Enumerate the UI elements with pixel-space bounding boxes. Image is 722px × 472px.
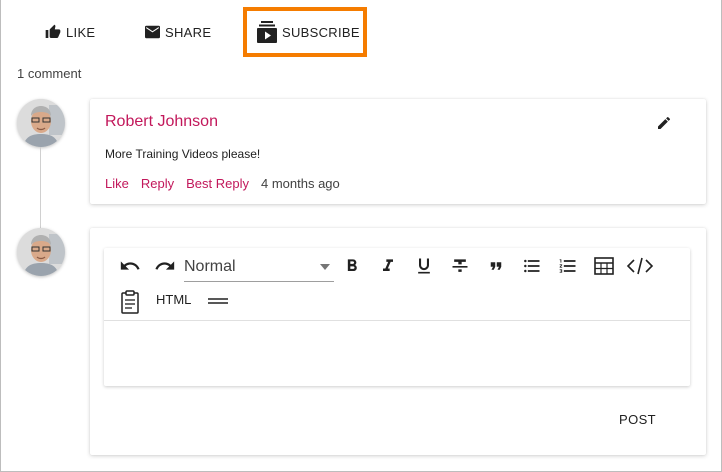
- numbered-list-icon[interactable]: [554, 252, 582, 280]
- comment-timestamp: 4 months ago: [260, 176, 340, 191]
- edit-icon[interactable]: [656, 115, 672, 136]
- like-button[interactable]: LIKE: [45, 20, 95, 44]
- undo-icon[interactable]: [116, 252, 144, 280]
- clipboard-icon[interactable]: [116, 288, 144, 316]
- code-icon[interactable]: [626, 252, 654, 280]
- comment-author[interactable]: Robert Johnson: [105, 113, 218, 131]
- underline-icon[interactable]: [410, 252, 438, 280]
- share-label: SHARE: [165, 24, 212, 40]
- chevron-down-icon: [320, 264, 330, 270]
- comment-card: Robert Johnson More Training Videos plea…: [90, 99, 706, 204]
- thumbs-up-icon: [45, 24, 61, 38]
- post-button[interactable]: POST: [619, 412, 656, 427]
- redo-icon[interactable]: [151, 252, 179, 280]
- subscribe-highlight: [243, 7, 367, 57]
- table-icon[interactable]: [590, 252, 618, 280]
- current-user-avatar: [17, 228, 65, 276]
- comment-reply-link[interactable]: Reply: [141, 176, 174, 191]
- reply-card: Normal HTML POST: [90, 228, 706, 455]
- comment-count: 1 comment: [17, 66, 82, 81]
- author-avatar: [17, 99, 65, 147]
- editor-text-area[interactable]: [104, 321, 690, 386]
- comment-like-link[interactable]: Like: [105, 176, 129, 191]
- quote-icon[interactable]: [482, 252, 510, 280]
- format-select-value: Normal: [184, 258, 236, 275]
- like-label: LIKE: [66, 24, 96, 40]
- best-reply-link[interactable]: Best Reply: [186, 176, 249, 191]
- comment-actions: Like Reply Best Reply 4 months ago: [105, 176, 340, 191]
- user-photo-icon: [17, 99, 65, 147]
- format-select[interactable]: Normal: [184, 252, 334, 282]
- share-button[interactable]: SHARE: [145, 20, 211, 44]
- italic-icon[interactable]: [374, 252, 402, 280]
- html-button[interactable]: HTML: [156, 292, 191, 307]
- bullet-list-icon[interactable]: [518, 252, 546, 280]
- horizontal-rule-icon[interactable]: [204, 287, 232, 315]
- bold-icon[interactable]: [338, 252, 366, 280]
- thread-connector: [40, 147, 41, 228]
- comment-text: More Training Videos please!: [105, 147, 261, 161]
- envelope-icon: [145, 25, 160, 39]
- user-photo-icon: [17, 228, 65, 276]
- rich-text-editor: Normal HTML: [104, 248, 690, 386]
- strikethrough-icon[interactable]: [446, 252, 474, 280]
